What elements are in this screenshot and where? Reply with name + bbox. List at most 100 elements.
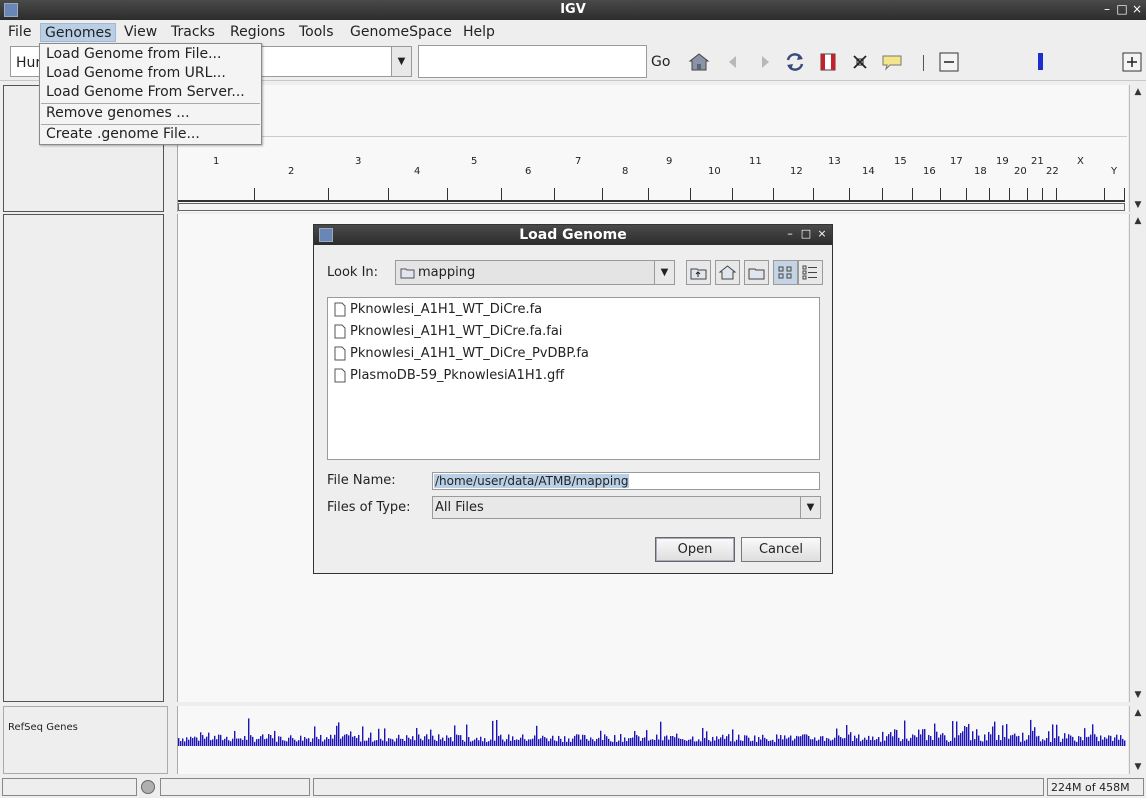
- gene-density-bar: [884, 740, 886, 746]
- list-view-button[interactable]: [773, 260, 798, 285]
- look-in-selector[interactable]: mapping ▼: [395, 260, 675, 285]
- menu-item-load-genome-file[interactable]: Load Genome from File...: [46, 46, 221, 62]
- chromosome-label[interactable]: 9: [666, 156, 672, 167]
- chromosome-label[interactable]: X: [1077, 156, 1084, 167]
- refseq-track-label[interactable]: RefSeq Genes: [8, 722, 78, 733]
- menu-file[interactable]: File: [4, 23, 35, 42]
- scroll-up-icon[interactable]: ▲: [1132, 216, 1144, 226]
- gene-density-bar: [848, 734, 850, 746]
- chromosome-label[interactable]: 14: [862, 166, 875, 177]
- menu-item-load-genome-url[interactable]: Load Genome from URL...: [46, 65, 226, 81]
- menu-item-remove-genomes[interactable]: Remove genomes ...: [46, 105, 190, 121]
- popup-info-icon[interactable]: [881, 51, 903, 73]
- gene-density-bar: [960, 733, 962, 746]
- chromosome-boundary-tick: [554, 188, 555, 200]
- menu-item-load-genome-server[interactable]: Load Genome From Server...: [46, 84, 245, 100]
- genome-overview-bar[interactable]: [178, 203, 1125, 211]
- menu-tracks[interactable]: Tracks: [167, 23, 219, 42]
- gene-density-bar: [876, 739, 878, 746]
- chromosome-label[interactable]: Y: [1111, 166, 1117, 177]
- scroll-up-icon[interactable]: ▲: [1132, 708, 1144, 718]
- new-folder-button[interactable]: [744, 260, 769, 285]
- zoom-slider-thumb[interactable]: [1038, 53, 1043, 70]
- region-of-interest-icon[interactable]: [817, 51, 839, 73]
- chevron-down-icon[interactable]: ▼: [800, 497, 820, 518]
- chromosome-label[interactable]: 10: [708, 166, 721, 177]
- files-of-type-selector[interactable]: All Files ▼: [432, 496, 821, 519]
- zoom-in-icon[interactable]: [1121, 51, 1143, 73]
- resize-to-window-icon[interactable]: [849, 51, 871, 73]
- up-folder-button[interactable]: [686, 260, 711, 285]
- gene-density-bar: [288, 737, 290, 746]
- refseq-density-track[interactable]: [178, 712, 1126, 748]
- maximize-icon[interactable]: □: [1115, 2, 1129, 16]
- chromosome-label[interactable]: 16: [923, 166, 936, 177]
- chromosome-label[interactable]: 7: [575, 156, 581, 167]
- chromosome-label[interactable]: 17: [950, 156, 963, 167]
- back-arrow-icon[interactable]: [722, 51, 744, 73]
- maximize-icon[interactable]: □: [800, 227, 812, 241]
- gene-density-bar: [938, 737, 940, 746]
- home-icon[interactable]: [688, 51, 710, 73]
- close-icon[interactable]: ×: [1130, 2, 1144, 16]
- gene-density-bar: [712, 736, 714, 746]
- scroll-down-icon[interactable]: ▼: [1132, 200, 1144, 210]
- minimize-icon[interactable]: –: [784, 227, 796, 241]
- gene-density-bar: [472, 740, 474, 746]
- chromosome-label[interactable]: 13: [828, 156, 841, 167]
- chromosome-label[interactable]: 18: [974, 166, 987, 177]
- chromosome-label[interactable]: 3: [355, 156, 361, 167]
- chevron-down-icon[interactable]: ▼: [654, 261, 674, 284]
- gene-density-bar: [1046, 738, 1048, 746]
- home-folder-button[interactable]: [715, 260, 740, 285]
- chromosome-label[interactable]: 12: [790, 166, 803, 177]
- details-view-button[interactable]: [798, 260, 823, 285]
- gene-density-bar: [186, 737, 188, 746]
- menu-view[interactable]: View: [120, 23, 161, 42]
- chromosome-label[interactable]: 6: [525, 166, 531, 177]
- chromosome-label[interactable]: 20: [1014, 166, 1027, 177]
- gene-density-bar: [398, 734, 400, 746]
- chromosome-label[interactable]: 5: [471, 156, 477, 167]
- cancel-button[interactable]: Cancel: [741, 537, 821, 562]
- gene-density-bar: [956, 721, 958, 746]
- feature-scrollbar[interactable]: ▲ ▼: [1129, 706, 1145, 774]
- menu-item-create-genome-file[interactable]: Create .genome File...: [46, 126, 200, 142]
- open-button[interactable]: Open: [655, 537, 735, 562]
- gene-density-bar: [852, 741, 854, 746]
- gene-density-bar: [656, 734, 658, 746]
- locus-search-input[interactable]: [418, 45, 647, 78]
- refresh-icon[interactable]: [784, 51, 806, 73]
- chromosome-label[interactable]: 8: [622, 166, 628, 177]
- forward-arrow-icon[interactable]: [754, 51, 776, 73]
- chromosome-label[interactable]: 21: [1031, 156, 1044, 167]
- chromosome-label[interactable]: 4: [414, 166, 420, 177]
- chromosome-label[interactable]: 2: [288, 166, 294, 177]
- menu-genomespace[interactable]: GenomeSpace: [346, 23, 456, 42]
- chromosome-label[interactable]: 15: [894, 156, 907, 167]
- zoom-out-icon[interactable]: [938, 51, 960, 73]
- menu-tools[interactable]: Tools: [295, 23, 338, 42]
- menu-genomes[interactable]: Genomes: [40, 23, 117, 42]
- chromosome-label[interactable]: 1: [213, 156, 219, 167]
- data-scrollbar[interactable]: ▲ ▼: [1129, 214, 1145, 702]
- chromosome-label[interactable]: 22: [1046, 166, 1059, 177]
- file-name-field[interactable]: /home/user/data/ATMB/mapping: [432, 472, 820, 490]
- close-icon[interactable]: ×: [816, 227, 828, 241]
- gene-density-bar: [858, 734, 860, 746]
- chromosome-label[interactable]: 19: [996, 156, 1009, 167]
- go-button[interactable]: Go: [651, 54, 670, 70]
- ruler-scrollbar[interactable]: ▲ ▼: [1129, 85, 1145, 212]
- chevron-down-icon[interactable]: ▼: [391, 47, 411, 76]
- scroll-up-icon[interactable]: ▲: [1132, 87, 1144, 97]
- minimize-icon[interactable]: –: [1100, 2, 1114, 16]
- chromosome-label[interactable]: 11: [749, 156, 762, 167]
- menu-regions[interactable]: Regions: [226, 23, 289, 42]
- gene-density-bar: [1018, 735, 1020, 746]
- gene-density-bar: [1116, 734, 1118, 746]
- gene-density-bar: [994, 721, 996, 746]
- gene-density-bar: [330, 734, 332, 746]
- scroll-down-icon[interactable]: ▼: [1132, 690, 1144, 700]
- scroll-down-icon[interactable]: ▼: [1132, 762, 1144, 772]
- menu-help[interactable]: Help: [459, 23, 499, 42]
